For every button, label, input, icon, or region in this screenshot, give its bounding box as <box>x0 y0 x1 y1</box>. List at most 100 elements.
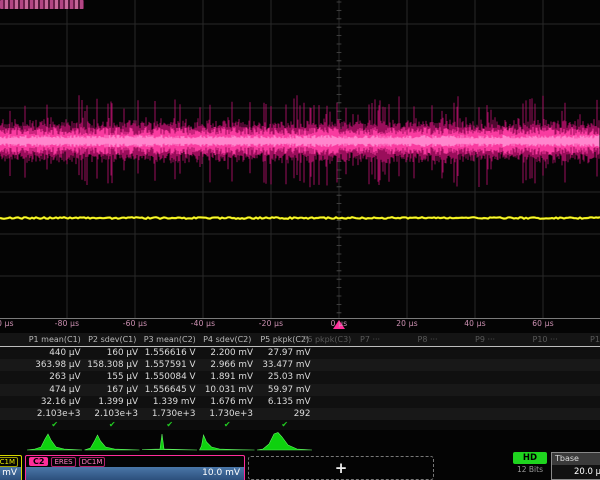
descriptor-bar: DC1M 10.0 mV C2 ERES DC1M 10.0 mV + HD 1… <box>0 455 600 480</box>
param-header-p4[interactable]: P4 sdev(C2) <box>199 333 257 346</box>
histicon-p5[interactable] <box>257 433 312 451</box>
meas-value-cell: 2.200 mV <box>199 347 257 359</box>
histicon-shape <box>27 434 82 450</box>
param-header-p9[interactable]: P9 ··· <box>473 333 531 346</box>
histicon-shape <box>200 435 255 450</box>
c2-scale-value[interactable]: 10.0 mV <box>26 467 244 480</box>
add-trace-button[interactable]: + <box>248 456 434 480</box>
meas-value-cell: 474 μV <box>26 384 84 396</box>
param-header-p8[interactable]: P8 ··· <box>416 333 474 346</box>
c2-coupling-badge: DC1M <box>79 457 106 467</box>
resolution-bits-label: 12 Bits <box>513 465 547 474</box>
status-check-icon: ✔ <box>256 420 314 430</box>
measurement-values: 440 μV160 μV1.556616 V2.200 mV27.97 mV36… <box>0 347 600 420</box>
meas-value-cell: 25.03 mV <box>256 371 314 383</box>
acquisition-status[interactable]: HD 12 Bits <box>513 452 547 474</box>
cropped-top-text <box>0 0 84 9</box>
time-axis-label: 40 μs <box>464 319 486 328</box>
time-axis-label: -60 μs <box>123 319 148 328</box>
c1-badge-row: DC1M <box>0 456 21 467</box>
plus-icon: + <box>335 461 348 476</box>
timebase-title: Tbase <box>552 453 600 465</box>
meas-value-cell: 1.676 mV <box>199 396 257 408</box>
c2-badge-row: C2 ERES DC1M <box>26 456 244 467</box>
meas-value-cell: 27.97 mV <box>256 347 314 359</box>
time-axis-label: -40 μs <box>191 319 216 328</box>
histicon-strip <box>0 431 600 452</box>
param-header-p6[interactable]: P6 pkpk(C3) <box>301 333 359 346</box>
time-axis-label: -80 μs <box>55 319 80 328</box>
meas-value-cell: 158.308 μV <box>84 359 142 371</box>
histicon-shape <box>142 434 197 450</box>
hd-mode-badge[interactable]: HD <box>513 452 547 464</box>
histicon-shape <box>85 435 140 450</box>
meas-value-cell: 2.103e+3 <box>84 408 142 420</box>
meas-value-cell: 1.730e+3 <box>199 408 257 420</box>
channel-c2-descriptor[interactable]: C2 ERES DC1M 10.0 mV <box>25 455 245 480</box>
meas-value-cell: 6.135 mV <box>256 396 314 408</box>
param-header-p7[interactable]: P7 ··· <box>358 333 416 346</box>
waveform-display[interactable] <box>0 0 600 332</box>
status-check-icon: ✔ <box>26 420 84 430</box>
param-header-p1[interactable]: P1 mean(C1) <box>26 333 84 346</box>
measurement-row: 474 μV167 μV1.556645 V10.031 mV59.97 mV <box>0 384 600 396</box>
meas-value-cell: 263 μV <box>26 371 84 383</box>
param-header-p2[interactable]: P2 sdev(C1) <box>84 333 142 346</box>
meas-value-cell: 2.103e+3 <box>26 408 84 420</box>
measurement-row: 2.103e+32.103e+31.730e+31.730e+3292 <box>0 408 600 420</box>
meas-value-cell: 167 μV <box>84 384 142 396</box>
histicon-p1[interactable] <box>27 434 82 450</box>
histicon-p2[interactable] <box>85 435 140 450</box>
meas-value-cell: 155 μV <box>84 371 142 383</box>
meas-value-cell: 160 μV <box>84 347 142 359</box>
time-axis-label: -20 μs <box>259 319 284 328</box>
measurement-row: 440 μV160 μV1.556616 V2.200 mV27.97 mV <box>0 347 600 359</box>
histicon-p3[interactable] <box>142 434 197 450</box>
c1-coupling-badge: DC1M <box>0 457 18 467</box>
measurement-header-row: P1 mean(C1)P2 sdev(C1)P3 mean(C2)P4 sdev… <box>0 333 600 346</box>
meas-value-cell: 10.031 mV <box>199 384 257 396</box>
meas-value-cell: 1.556616 V <box>141 347 199 359</box>
meas-value-cell: 1.556645 V <box>141 384 199 396</box>
status-check-icon: ✔ <box>84 420 142 430</box>
time-axis-label: 20 μs <box>396 319 418 328</box>
c1-scale-value[interactable]: 10.0 mV <box>0 467 21 480</box>
meas-value-cell: 363.98 μV <box>26 359 84 371</box>
time-axis: -100 μs -80 μs -60 μs -40 μs -20 μs 0 μs 20 μs… <box>0 319 600 332</box>
timebase-scale-value: 20.0 μ <box>552 465 600 479</box>
meas-value-cell: 59.97 mV <box>256 384 314 396</box>
meas-value-cell: 1.550084 V <box>141 371 199 383</box>
status-check-icon: ✔ <box>199 420 257 430</box>
meas-value-cell: 33.477 mV <box>256 359 314 371</box>
measurement-status-row: ✔✔✔✔✔ <box>0 420 600 430</box>
meas-value-cell: 1.557591 V <box>141 359 199 371</box>
measurement-row: 263 μV155 μV1.550084 V1.891 mV25.03 mV <box>0 371 600 383</box>
time-axis-label: 0 μs <box>331 319 348 328</box>
histicon-shape <box>257 433 312 451</box>
meas-value-cell: 1.730e+3 <box>141 408 199 420</box>
meas-value-cell: 292 <box>256 408 314 420</box>
graticule-area[interactable]: -100 μs -80 μs -60 μs -40 μs -20 μs 0 μs 20 μs… <box>0 0 600 332</box>
meas-value-cell: 440 μV <box>26 347 84 359</box>
param-header-p11[interactable]: P11 <box>588 333 600 346</box>
c2-eres-badge: ERES <box>51 457 75 467</box>
time-axis-label: 60 μs <box>532 319 554 328</box>
param-header-p3[interactable]: P3 mean(C2) <box>141 333 199 346</box>
timebase-descriptor[interactable]: Tbase 20.0 μ <box>551 452 600 480</box>
meas-value-cell: 1.339 mV <box>141 396 199 408</box>
meas-value-cell: 1.399 μV <box>84 396 142 408</box>
param-header-p10[interactable]: P10 ··· <box>531 333 589 346</box>
measurement-row: 363.98 μV158.308 μV1.557591 V2.966 mV33.… <box>0 359 600 371</box>
status-check-icon: ✔ <box>141 420 199 430</box>
meas-value-cell: 1.891 mV <box>199 371 257 383</box>
meas-value-cell: 32.16 μV <box>26 396 84 408</box>
meas-value-cell: 2.966 mV <box>199 359 257 371</box>
c2-channel-tag[interactable]: C2 <box>29 457 48 466</box>
oscilloscope-screen: -100 μs -80 μs -60 μs -40 μs -20 μs 0 μs 20 μs… <box>0 0 600 480</box>
time-axis-label: -100 μs <box>0 319 14 328</box>
channel-c1-descriptor[interactable]: DC1M 10.0 mV <box>0 455 22 480</box>
histicon-p4[interactable] <box>200 435 255 450</box>
measurement-table: P1 mean(C1)P2 sdev(C1)P3 mean(C2)P4 sdev… <box>0 333 600 430</box>
measurement-row: 32.16 μV1.399 μV1.339 mV1.676 mV6.135 mV <box>0 396 600 408</box>
c2-trace-hot[interactable] <box>0 135 599 147</box>
